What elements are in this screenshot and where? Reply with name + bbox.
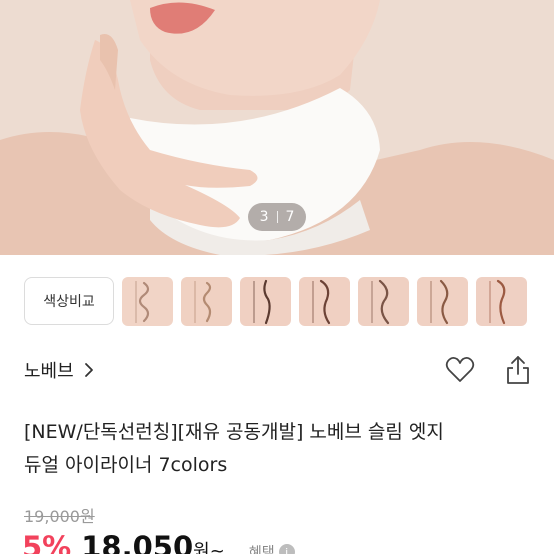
color-swatch-strip: 색상비교 [0, 276, 554, 326]
brand-name: 노베브 [24, 361, 74, 382]
price-currency: 원~ [193, 541, 225, 554]
image-page-indicator: 3 7 [248, 203, 306, 231]
color-compare-label: 색상비교 [43, 294, 95, 310]
share-icon [507, 356, 529, 384]
eyeliner-stroke-icon [371, 279, 390, 324]
eyeliner-stroke-icon [135, 280, 150, 323]
benefit-label: 혜택 [248, 545, 275, 554]
product-image-carousel[interactable]: 3 7 [0, 0, 554, 255]
product-title-line-2: 듀얼 아이라이너 7colors [24, 454, 228, 476]
page-separator [276, 211, 278, 223]
page-total: 7 [285, 209, 295, 225]
share-button[interactable] [502, 354, 534, 386]
color-swatch-2[interactable] [181, 276, 232, 326]
eyeliner-stroke-icon [430, 279, 449, 324]
brand-link[interactable]: 노베브 [24, 357, 94, 383]
product-title: [NEW/단독선런칭][재유 공동개발] 노베브 슬림 엣지 듀얼 아이라이너 … [24, 416, 534, 482]
eyeliner-stroke-icon [194, 280, 212, 323]
wishlist-button[interactable] [444, 354, 476, 386]
benefit-button[interactable]: 혜택 i [249, 542, 295, 554]
sale-price: 18,050 [81, 530, 194, 554]
eyeliner-stroke-icon [253, 279, 271, 324]
info-icon: i [278, 544, 295, 554]
brand-row: 노베브 [24, 352, 534, 388]
discount-rate: 5% [22, 530, 72, 554]
eyeliner-stroke-icon [489, 279, 506, 324]
original-price: 19,000원 [24, 507, 95, 526]
color-compare-button[interactable]: 색상비교 [24, 277, 114, 325]
chevron-right-icon [84, 363, 93, 377]
color-swatch-5[interactable] [358, 276, 409, 326]
eyeliner-stroke-icon [312, 279, 331, 324]
color-swatch-3[interactable] [240, 276, 291, 326]
heart-icon [445, 356, 475, 382]
color-swatch-7[interactable] [476, 276, 527, 326]
price-row: 5% 18,050원~ 혜택 i [22, 530, 295, 554]
color-swatch-1[interactable] [122, 276, 173, 326]
page-current: 3 [259, 209, 269, 225]
product-actions [444, 354, 534, 386]
color-swatch-6[interactable] [417, 276, 468, 326]
color-swatch-4[interactable] [299, 276, 350, 326]
product-title-line-1: [NEW/단독선런칭][재유 공동개발] 노베브 슬림 엣지 [24, 421, 444, 443]
